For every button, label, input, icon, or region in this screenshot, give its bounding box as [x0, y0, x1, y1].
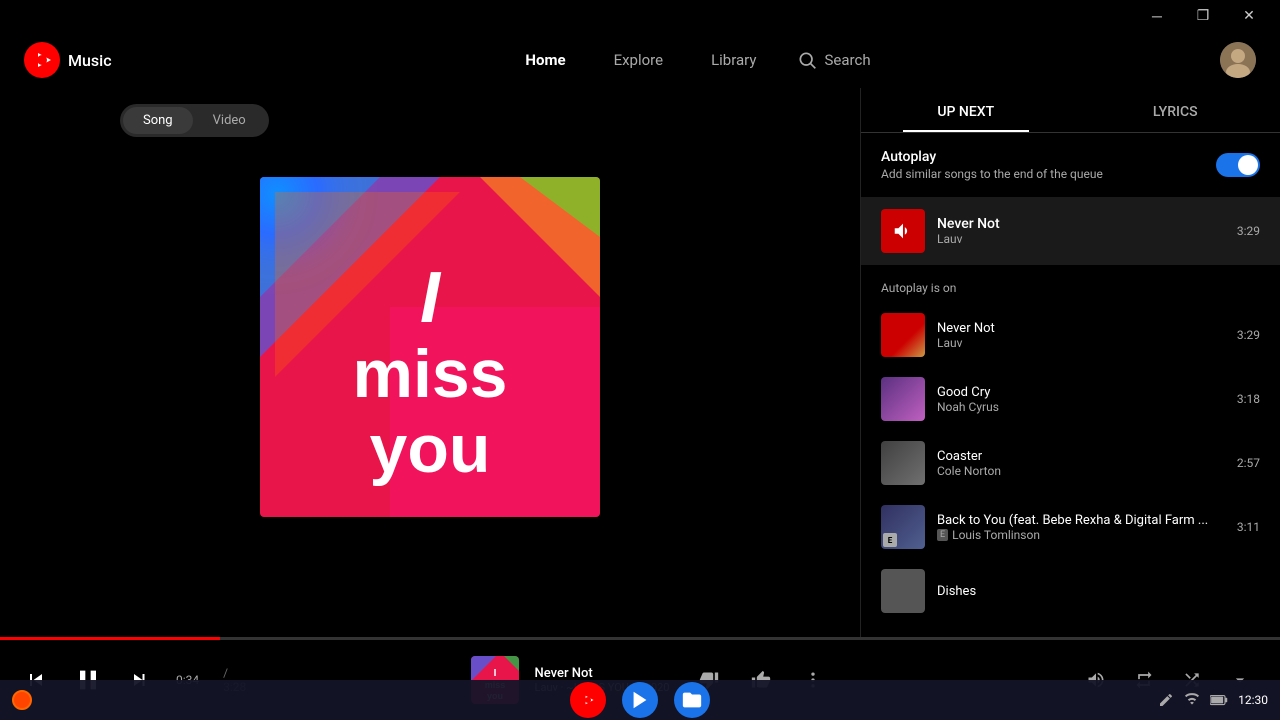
wifi-icon [1184, 692, 1200, 708]
track-title: Never Not [535, 666, 670, 681]
queue-info-1: Never Not Lauv [937, 321, 1225, 350]
svg-text:I: I [493, 668, 496, 679]
now-playing-duration: 3:29 [1237, 224, 1260, 238]
explicit-badge: E [883, 533, 897, 547]
logo-text: Music [68, 51, 112, 70]
now-playing-info: Never Not Lauv [937, 216, 1225, 246]
minimize-button[interactable]: ─ [1134, 0, 1180, 32]
queue-info-5: Dishes [937, 584, 1248, 599]
logo-area[interactable]: Music [24, 42, 184, 78]
yt-music-logo [24, 42, 60, 78]
play-games-taskbar[interactable] [622, 682, 658, 718]
tray-right: 12:30 [1158, 692, 1268, 708]
song-toggle-btn[interactable]: Song [123, 107, 193, 134]
queue-dur-3: 2:57 [1237, 456, 1260, 470]
queue-list: Never Not Lauv 3:29 Good Cry Noah Cyrus … [861, 303, 1280, 640]
queue-info-2: Good Cry Noah Cyrus [937, 385, 1225, 414]
queue-item[interactable]: Coaster Cole Norton 2:57 [861, 431, 1280, 495]
nav-explore[interactable]: Explore [606, 47, 672, 73]
toggle-knob [1238, 155, 1258, 175]
clock: 12:30 [1238, 693, 1268, 707]
close-button[interactable]: ✕ [1226, 0, 1272, 32]
queue-item[interactable]: E Back to You (feat. Bebe Rexha & Digita… [861, 495, 1280, 559]
queue-item[interactable]: Never Not Lauv 3:29 [861, 303, 1280, 367]
now-playing-artist: Lauv [937, 232, 1225, 246]
svg-text:I: I [420, 258, 442, 338]
queue-dur-1: 3:29 [1237, 328, 1260, 342]
main-content: Song Video [0, 88, 1280, 640]
queue-thumb-4-wrap: E [881, 505, 925, 549]
queue-item[interactable]: Good Cry Noah Cyrus 3:18 [861, 367, 1280, 431]
autoplay-title: Autoplay [881, 149, 1103, 165]
search-area[interactable]: Search [797, 50, 871, 70]
header: Music Home Explore Library Search [0, 32, 1280, 88]
avatar[interactable] [1220, 42, 1256, 78]
autoplay-desc: Add similar songs to the end of the queu… [881, 167, 1103, 181]
queue-title-2: Good Cry [937, 385, 1225, 400]
player-panel: Song Video [0, 88, 860, 640]
queue-dur-4: 3:11 [1237, 520, 1260, 534]
svg-text:miss: miss [353, 336, 508, 412]
now-playing-thumb [881, 209, 925, 253]
restore-button[interactable]: ❐ [1180, 0, 1226, 32]
queue-artist-4: E Louis Tomlinson [937, 528, 1225, 542]
queue-title-5: Dishes [937, 584, 1248, 599]
queue-info-3: Coaster Cole Norton [937, 449, 1225, 478]
tab-upnext[interactable]: UP NEXT [861, 88, 1071, 132]
queue-thumb-1 [881, 313, 925, 357]
tabs-header: UP NEXT LYRICS [861, 88, 1280, 133]
battery-icon [1210, 694, 1228, 706]
taskbar: 12:30 [0, 680, 1280, 720]
pen-icon [1158, 692, 1174, 708]
queue-thumb-5 [881, 569, 925, 613]
video-toggle-btn[interactable]: Video [193, 107, 266, 134]
files-taskbar[interactable] [674, 682, 710, 718]
queue-title-3: Coaster [937, 449, 1225, 464]
queue-artist-2: Noah Cyrus [937, 400, 1225, 414]
search-label: Search [825, 51, 871, 69]
tray-dot[interactable] [12, 690, 32, 710]
tab-lyrics[interactable]: LYRICS [1071, 88, 1280, 132]
search-icon [797, 50, 817, 70]
yt-music-taskbar[interactable] [570, 682, 606, 718]
now-playing-row[interactable]: Never Not Lauv 3:29 [861, 197, 1280, 265]
queue-artist-1: Lauv [937, 336, 1225, 350]
queue-item[interactable]: Dishes [861, 559, 1280, 623]
autoplay-row: Autoplay Add similar songs to the end of… [861, 133, 1280, 197]
queue-info-4: Back to You (feat. Bebe Rexha & Digital … [937, 513, 1225, 542]
svg-text:you: you [370, 411, 491, 487]
song-video-toggle: Song Video [120, 104, 269, 137]
queue-title-1: Never Not [937, 321, 1225, 336]
album-art: I miss you [260, 177, 600, 517]
queue-title-4: Back to You (feat. Bebe Rexha & Digital … [937, 513, 1225, 528]
queue-artist-3: Cole Norton [937, 464, 1225, 478]
autoplay-toggle[interactable] [1216, 153, 1260, 177]
titlebar: ─ ❐ ✕ [0, 0, 1280, 32]
nav-home[interactable]: Home [517, 47, 573, 73]
queue-thumb-3 [881, 441, 925, 485]
queue-thumb-2 [881, 377, 925, 421]
now-playing-song: Never Not [937, 216, 1225, 232]
tray-left [12, 690, 32, 710]
nav-center: Home Explore Library Search [184, 47, 1204, 73]
queue-dur-2: 3:18 [1237, 392, 1260, 406]
autoplay-info: Autoplay Add similar songs to the end of… [881, 149, 1103, 181]
right-panel: UP NEXT LYRICS Autoplay Add similar song… [860, 88, 1280, 640]
nav-library[interactable]: Library [703, 47, 764, 73]
autoplay-on-label: Autoplay is on [861, 273, 1280, 303]
